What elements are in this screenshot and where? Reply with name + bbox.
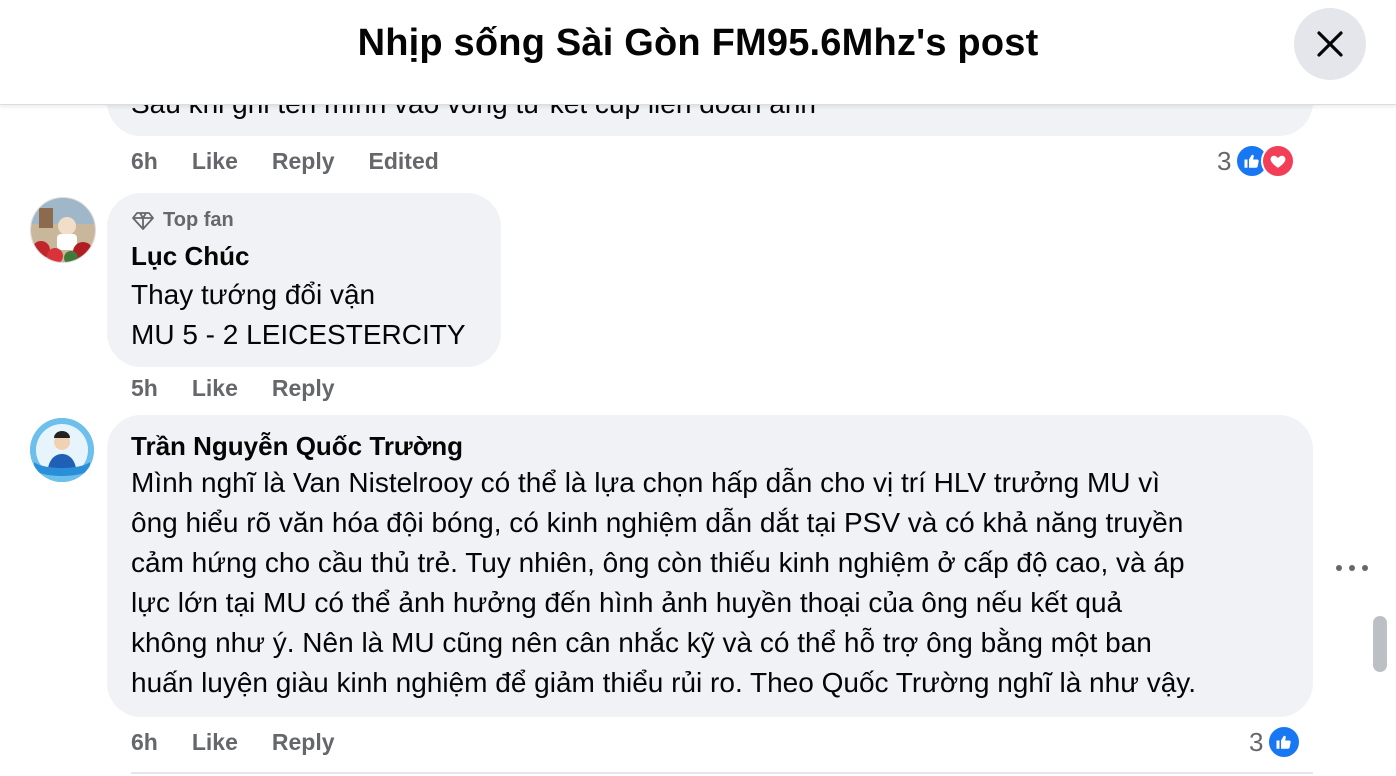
- comment-time[interactable]: 6h: [131, 148, 158, 175]
- reply-link[interactable]: Reply: [272, 729, 335, 756]
- close-icon: [1317, 31, 1343, 57]
- comment-text-line: huấn luyện giàu kinh nghiệm để giảm thiể…: [131, 667, 1196, 698]
- comment-author[interactable]: Lục Chúc: [131, 241, 249, 272]
- divider: [131, 772, 1313, 774]
- reaction-summary[interactable]: 3: [1249, 725, 1302, 759]
- close-button[interactable]: [1294, 8, 1366, 80]
- reaction-count: 3: [1249, 726, 1264, 757]
- comment-author[interactable]: Trần Nguyễn Quốc Trường: [131, 431, 463, 462]
- comment-bubble: Trần Nguyễn Quốc Trường Mình nghĩ là Van…: [107, 415, 1313, 717]
- badge-label: Top fan: [163, 209, 234, 231]
- like-icon: [1267, 725, 1302, 759]
- comment-actions: 6h Like Reply: [131, 729, 369, 756]
- comment-text-line: Mình nghĩ là Van Nistelrooy có thể là lự…: [131, 467, 1161, 498]
- more-options-icon[interactable]: [1336, 558, 1368, 578]
- comment-text-line: lực lớn tại MU có thể ảnh hưởng đến hình…: [131, 587, 1123, 618]
- comment-actions: 6h Like Reply Edited: [131, 148, 473, 175]
- like-link[interactable]: Like: [192, 729, 238, 756]
- reaction-summary[interactable]: 3: [1217, 144, 1296, 178]
- comment-text-line: MU 5 - 2 LEICESTERCITY: [131, 319, 466, 350]
- comment-bubble: Top fan Lục Chúc Thay tướng đổi vận MU 5…: [107, 193, 501, 367]
- diamond-icon: [132, 211, 154, 230]
- comments-list: Sau khi ghi tên mình vào vòng tứ kết cúp…: [0, 0, 1396, 776]
- reply-link[interactable]: Reply: [272, 375, 335, 402]
- comment-actions: 5h Like Reply: [131, 375, 369, 402]
- comment-text-line: ông hiểu rõ văn hóa đội bóng, có kinh ng…: [131, 507, 1184, 538]
- post-header: Nhịp sống Sài Gòn FM95.6Mhz's post: [0, 0, 1396, 105]
- avatar[interactable]: [30, 197, 96, 263]
- comment-time[interactable]: 5h: [131, 375, 158, 402]
- like-link[interactable]: Like: [192, 375, 238, 402]
- avatar[interactable]: [30, 418, 94, 482]
- comment-time[interactable]: 6h: [131, 729, 158, 756]
- page-title: Nhịp sống Sài Gòn FM95.6Mhz's post: [357, 22, 1039, 64]
- love-icon: [1261, 144, 1296, 178]
- reply-link[interactable]: Reply: [272, 148, 335, 175]
- top-fan-badge: Top fan: [131, 209, 234, 232]
- reaction-count: 3: [1217, 145, 1232, 176]
- like-link[interactable]: Like: [192, 148, 238, 175]
- comment-text-line: không như ý. Nên là MU cũng nên cân nhắc…: [131, 627, 1152, 658]
- comment-text-line: cảm hứng cho cầu thủ trẻ. Tuy nhiên, ông…: [131, 547, 1185, 578]
- comment-text-line: Thay tướng đổi vận: [131, 279, 376, 310]
- edited-label: Edited: [368, 148, 439, 174]
- scrollbar-thumb[interactable]: [1373, 616, 1387, 672]
